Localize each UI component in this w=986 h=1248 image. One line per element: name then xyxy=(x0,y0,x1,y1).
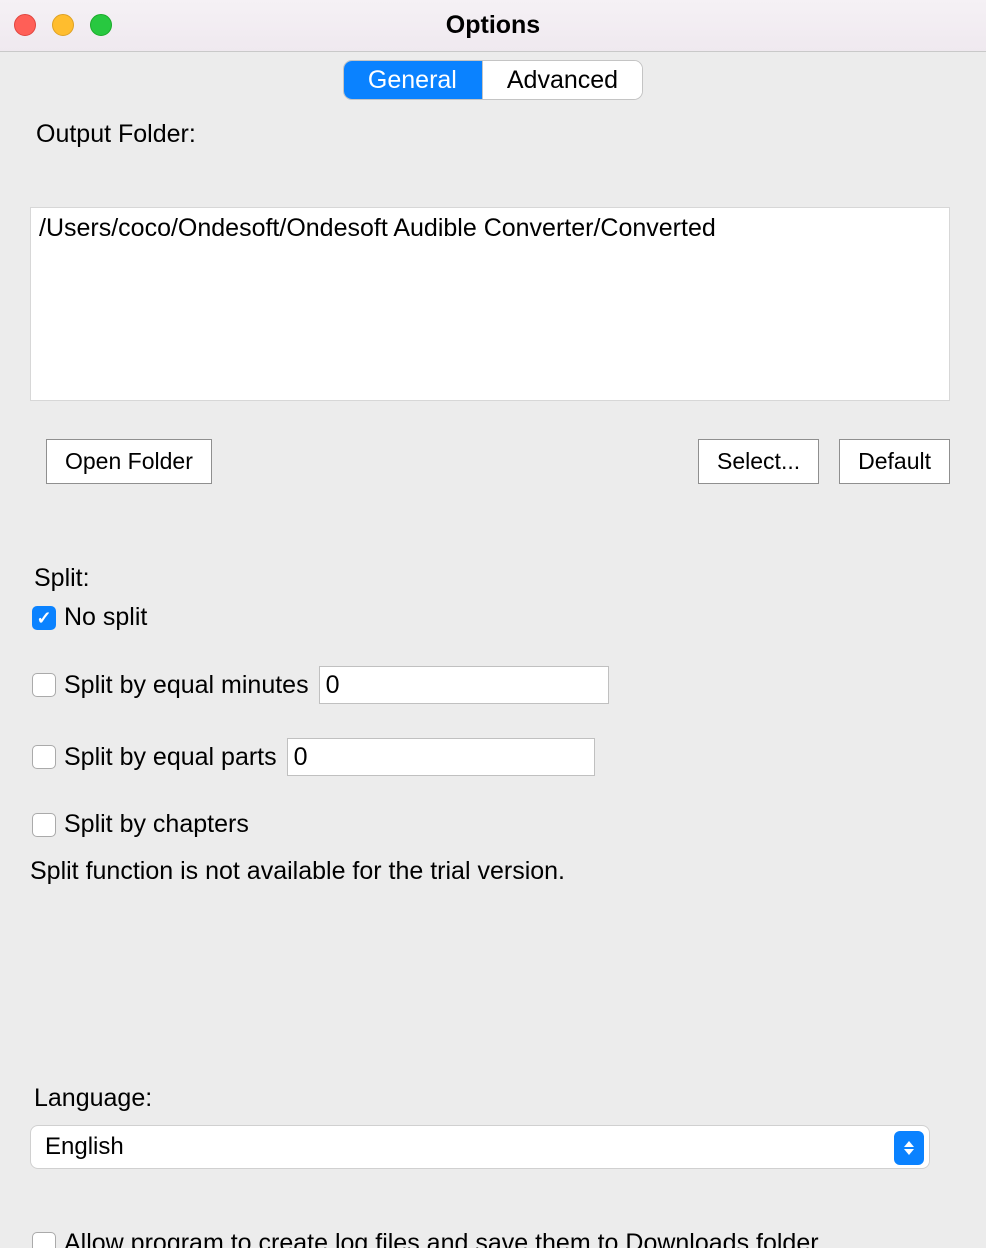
no-split-checkbox[interactable] xyxy=(32,606,56,630)
split-label: Split: xyxy=(34,564,956,593)
output-folder-label: Output Folder: xyxy=(36,120,956,149)
tab-advanced[interactable]: Advanced xyxy=(482,61,642,99)
no-split-label: No split xyxy=(64,603,147,632)
split-chapters-checkbox[interactable] xyxy=(32,813,56,837)
split-parts-label: Split by equal parts xyxy=(64,743,277,772)
split-parts-input[interactable] xyxy=(287,738,595,776)
split-minutes-checkbox[interactable] xyxy=(32,673,56,697)
language-selected-value: English xyxy=(45,1133,124,1161)
tab-bar: General Advanced xyxy=(0,60,986,100)
open-folder-button[interactable]: Open Folder xyxy=(46,439,212,484)
language-select[interactable]: English xyxy=(30,1125,930,1169)
tab-general[interactable]: General xyxy=(344,61,482,99)
window-title: Options xyxy=(0,11,986,40)
default-folder-button[interactable]: Default xyxy=(839,439,950,484)
select-folder-button[interactable]: Select... xyxy=(698,439,819,484)
split-trial-note: Split function is not available for the … xyxy=(30,857,956,886)
split-parts-checkbox[interactable] xyxy=(32,745,56,769)
split-chapters-label: Split by chapters xyxy=(64,810,249,839)
language-label: Language: xyxy=(34,1084,956,1113)
allow-log-label: Allow program to create log files and sa… xyxy=(64,1229,824,1248)
split-minutes-label: Split by equal minutes xyxy=(64,671,309,700)
allow-log-checkbox[interactable] xyxy=(32,1232,56,1248)
split-minutes-input[interactable] xyxy=(319,666,609,704)
titlebar: Options xyxy=(0,0,986,52)
updown-icon xyxy=(894,1131,924,1165)
output-folder-path[interactable] xyxy=(30,207,950,401)
